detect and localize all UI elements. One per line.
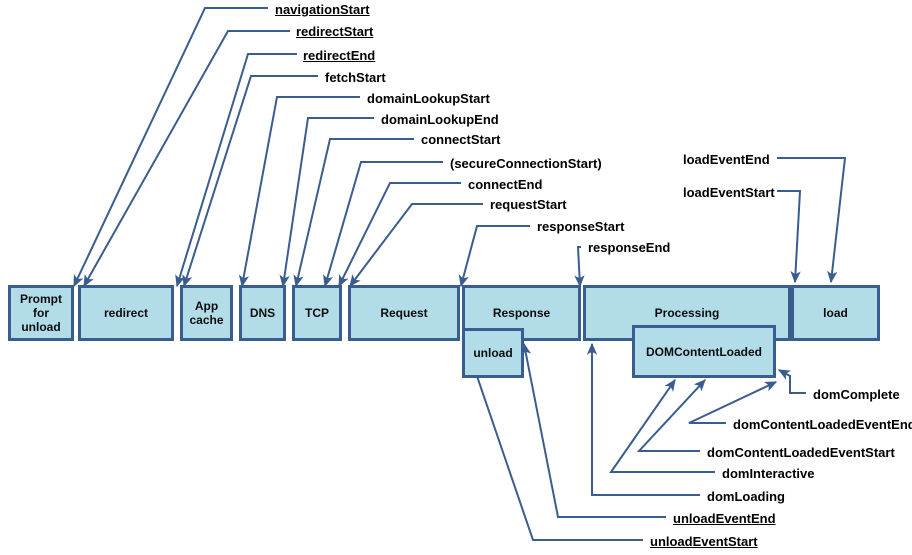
connector-group xyxy=(73,7,847,541)
timing-label-domContentLoadedEventEnd: domContentLoadedEventEnd xyxy=(733,417,912,432)
domComplete-connector xyxy=(777,369,806,394)
timing-label-fetchStart: fetchStart xyxy=(325,70,386,85)
phase-box-label: TCP xyxy=(305,306,329,320)
sub-phase-box-unload: unload xyxy=(462,328,524,378)
timing-label-unloadEventStart: unloadEventStart xyxy=(650,534,758,549)
sub-phase-box-domcontentloaded: DOMContentLoaded xyxy=(632,325,776,378)
redirectEnd-connector xyxy=(175,53,297,288)
phase-box-dns: DNS xyxy=(239,285,286,341)
phase-box-label: load xyxy=(823,306,848,320)
sub-phase-box-label: unload xyxy=(473,346,513,360)
phase-box-label: Request xyxy=(380,306,428,320)
phase-box-app-cache: App cache xyxy=(180,285,233,341)
timing-label-connectEnd: connectEnd xyxy=(468,177,543,192)
domInteractive-connector xyxy=(609,379,715,473)
phase-box-label: DNS xyxy=(249,306,276,320)
responseEnd-connector xyxy=(574,246,585,288)
navigation-timing-diagram: Prompt for unload redirect App cache DNS TCP… xyxy=(0,0,912,555)
loadEventStart-connector xyxy=(777,190,802,284)
timing-label-domainLookupStart: domainLookupStart xyxy=(367,91,490,106)
timing-label-responseStart: responseStart xyxy=(537,219,625,234)
phase-box-redirect: redirect xyxy=(78,285,174,341)
timing-label-domInteractive: domInteractive xyxy=(722,466,815,481)
phase-box-label: App cache xyxy=(189,299,224,327)
fetchStart-connector xyxy=(182,75,318,288)
loadEventEnd-connector xyxy=(777,157,847,284)
redirectStart-connector xyxy=(83,30,290,288)
timing-label-loadEventStart: loadEventStart xyxy=(683,185,775,200)
phase-box-prompt-for-unload: Prompt for unload xyxy=(8,285,74,341)
phase-box-load: load xyxy=(791,285,880,341)
responseStart-connector xyxy=(458,225,530,288)
domainLookupStart-connector xyxy=(238,96,360,288)
timing-label-domComplete: domComplete xyxy=(813,387,900,402)
timing-label-domContentLoadedEventStart: domContentLoadedEventStart xyxy=(707,445,895,460)
domContentLoadedEventStart-connector xyxy=(636,379,706,452)
phase-box-label: Prompt for unload xyxy=(20,292,62,334)
timing-label-connectStart: connectStart xyxy=(421,132,501,147)
sub-phase-box-label: DOMContentLoaded xyxy=(646,344,762,359)
timing-label-secureConnectionStart: (secureConnectionStart) xyxy=(450,156,602,171)
timing-label-redirectStart: redirectStart xyxy=(296,24,374,39)
navigationStart-connector xyxy=(73,7,268,288)
domainLookupEnd-connector xyxy=(279,117,374,288)
timing-label-responseEnd: responseEnd xyxy=(588,240,671,255)
connectStart-connector xyxy=(293,138,414,288)
phase-box-tcp: TCP xyxy=(292,285,342,341)
connectEnd-connector xyxy=(338,182,461,288)
phase-box-request: Request xyxy=(348,285,460,341)
phase-box-label: Response xyxy=(492,306,551,320)
secureConnectionStart-connector xyxy=(323,161,443,288)
timing-label-loadEventEnd: loadEventEnd xyxy=(683,152,770,167)
timing-label-navigationStart: navigationStart xyxy=(275,2,370,17)
phase-box-label: Processing xyxy=(654,306,720,320)
timing-label-unloadEventEnd: unloadEventEnd xyxy=(673,511,776,526)
requestStart-connector xyxy=(349,203,483,287)
timing-label-domLoading: domLoading xyxy=(707,489,785,504)
timing-label-domainLookupEnd: domainLookupEnd xyxy=(381,112,499,127)
timing-label-requestStart: requestStart xyxy=(490,197,567,212)
phase-box-label: redirect xyxy=(103,306,149,320)
timing-label-redirectEnd: redirectEnd xyxy=(303,48,376,63)
